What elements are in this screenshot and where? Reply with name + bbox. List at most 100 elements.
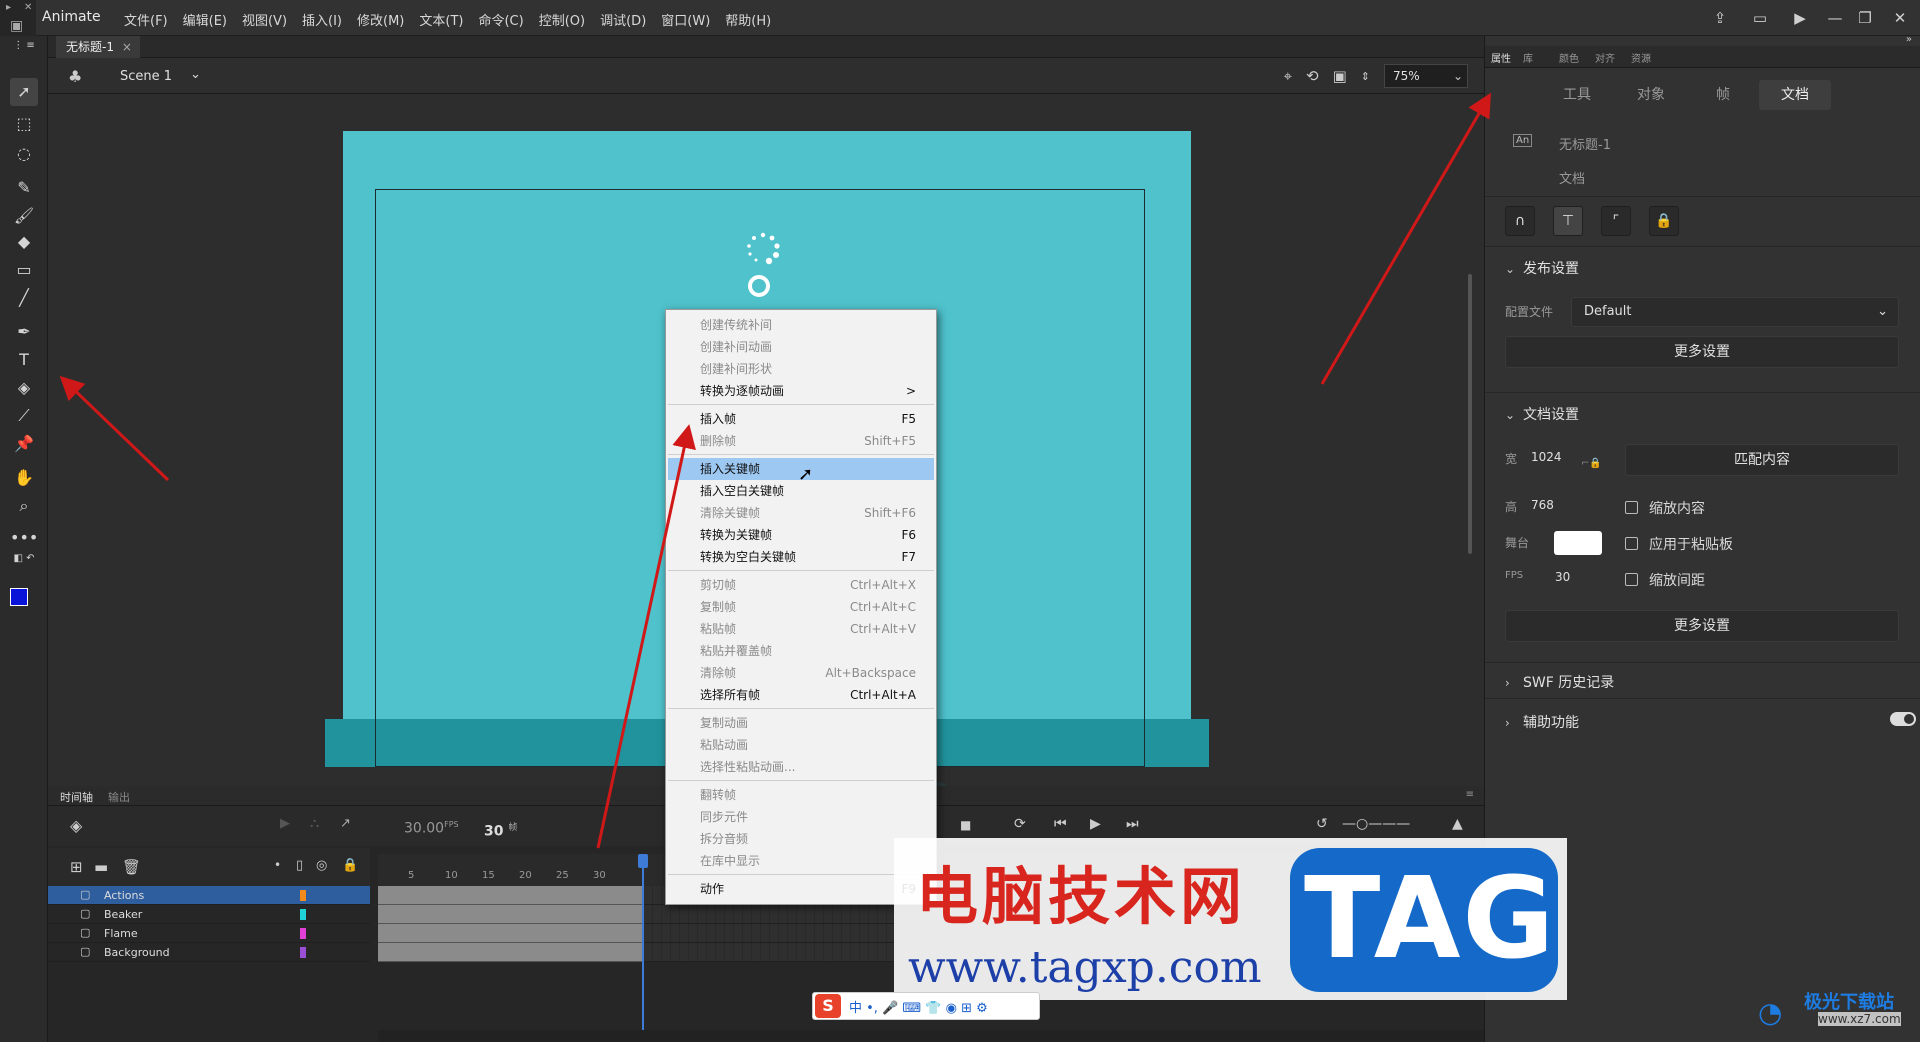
scene-icon[interactable]: ♣ [68,67,82,86]
context-menu-item[interactable]: 复制动画 [668,712,934,734]
hierarchy-icon[interactable]: ⊤ [1553,206,1583,236]
menu-item-10[interactable]: 帮助(H) [725,10,771,29]
graph-icon[interactable]: ↗ [340,816,351,831]
vertical-scrollbar[interactable] [1468,274,1472,554]
layer-name[interactable]: Actions [104,889,144,902]
accessibility-header[interactable]: › 辅助功能 [1505,712,1579,732]
pen-tool-icon[interactable]: ✒ [10,318,38,346]
scale-spacing-checkbox[interactable] [1625,573,1638,586]
stage-color-swatch[interactable] [1554,531,1602,555]
profile-select[interactable]: Default ⌄ [1571,297,1899,327]
timeline-zoom-slider[interactable]: —○——— [1342,816,1410,832]
loop-icon[interactable]: ⟳ [1014,816,1026,832]
layer-row[interactable]: ▢ Background [48,943,370,962]
ime-icons[interactable]: 中 •, 🎤 ⌨ 👕 ◉ ⊞ ⚙ [849,997,988,1016]
document-settings-header[interactable]: ⌄ 文档设置 [1505,404,1579,424]
frame-span[interactable] [378,943,643,962]
workspace-icon[interactable]: ▣ [10,18,23,34]
menu-item-2[interactable]: 视图(V) [242,10,287,29]
frame-span[interactable] [378,886,643,905]
layer-color-swatch[interactable] [300,890,306,901]
paint-brush-tool-icon[interactable]: 🖌 [10,202,38,230]
frame-span[interactable] [378,924,643,943]
new-layer-icon[interactable]: ⊞ [70,858,83,876]
context-menu-item[interactable]: 创建补间动画 [668,336,934,358]
workspace-layout-icon[interactable]: ▭ [1740,9,1780,27]
close-icon[interactable]: ✕ [24,2,32,13]
next-frame-icon[interactable]: ⏭ [1126,816,1139,832]
zoom-stepper-icon[interactable]: ⇕ [1361,70,1370,83]
text-tool-icon[interactable]: T [10,346,38,374]
more-settings-button[interactable]: 更多设置 [1505,336,1899,368]
panel-collapse-icon[interactable]: ⋮ ≡ [10,40,38,52]
pin-tool-icon[interactable]: 📌 [10,430,38,458]
context-menu-item[interactable]: 转换为关键帧 F6 [668,524,934,546]
apply-pasteboard-checkbox[interactable] [1625,537,1638,550]
zoom-select[interactable]: 75% ⌄ [1384,64,1468,88]
center-stage-icon[interactable]: ⌖ [1284,67,1292,85]
menu-item-7[interactable]: 控制(O) [539,10,585,29]
selection-tool-icon[interactable]: ➚ [10,78,38,106]
publish-settings-header[interactable]: ⌄ 发布设置 [1505,258,1579,278]
context-menu-item[interactable]: 转换为空白关键帧 F7 [668,546,934,568]
playhead-handle[interactable] [638,854,648,868]
menu-item-1[interactable]: 编辑(E) [183,10,227,29]
undo-icon[interactable]: ↺ [1316,816,1328,832]
chevron-down-icon[interactable]: ⌄ [190,67,201,82]
delete-layer-icon[interactable]: 🗑 [122,858,141,876]
close-tab-icon[interactable]: × [122,36,132,58]
context-menu-item[interactable]: 转换为逐帧动画 > [668,380,934,402]
width-field[interactable]: 1024 [1531,450,1562,464]
free-transform-tool-icon[interactable]: ⬚ [10,110,38,138]
play-icon[interactable]: ▶ [1090,816,1101,832]
eraser-tool-icon[interactable]: ◆ [10,228,38,256]
context-menu-item[interactable]: 同步元件 [668,806,934,828]
snap-icon[interactable]: ∩ [1505,206,1535,236]
panel-menu-icon[interactable]: ≡ [1466,789,1474,800]
context-menu-item[interactable]: 翻转帧 [668,784,934,806]
frame-span[interactable] [378,905,643,924]
menu-item-0[interactable]: 文件(F) [124,10,168,29]
collapse-panel-icon[interactable]: » [1906,34,1912,45]
context-menu-item[interactable]: 创建传统补间 [668,314,934,336]
prev-frame-icon[interactable]: ⏮ [1054,816,1067,832]
context-menu-item[interactable]: 复制帧 Ctrl+Alt+C [668,596,934,618]
ruler-icon[interactable]: ⌜ [1601,206,1631,236]
context-menu-item[interactable]: 清除帧 Alt+Backspace [668,662,934,684]
context-menu-item[interactable]: 剪切帧 Ctrl+Alt+X [668,574,934,596]
restore-icon[interactable]: ❐ [1850,9,1880,27]
rotate-stage-icon[interactable]: ⟲ [1306,67,1319,85]
swf-history-header[interactable]: › SWF 历史记录 [1505,672,1614,692]
playhead[interactable] [642,854,644,1030]
panel-tab-2[interactable]: 颜色 [1559,50,1579,65]
panel-tab-4[interactable]: 资源 [1631,50,1651,65]
minimize-icon[interactable]: — [1820,9,1850,27]
layer-name[interactable]: Beaker [104,908,142,921]
link-dimensions-icon[interactable]: ⌐🔒 [1581,458,1602,469]
layer-name[interactable]: Flame [104,927,138,940]
panel-tab-3[interactable]: 对齐 [1595,50,1615,65]
ime-toolbar[interactable]: S 中 •, 🎤 ⌨ 👕 ◉ ⊞ ⚙ [812,992,1040,1020]
menu-item-5[interactable]: 文本(T) [419,10,463,29]
context-menu-item[interactable]: 清除关键帧 Shift+F6 [668,502,934,524]
highlight-dot-icon[interactable]: • [274,858,281,872]
segment-2[interactable]: 帧 [1687,80,1759,110]
hand-tool-icon[interactable]: ✋ [10,464,38,492]
new-folder-icon[interactable]: ▬ [94,858,108,876]
clip-content-icon[interactable]: ▣ [1333,67,1347,85]
menu-item-9[interactable]: 窗口(W) [661,10,710,29]
context-menu-item[interactable]: 粘贴帧 Ctrl+Alt+V [668,618,934,640]
fill-color-swatch[interactable] [10,588,28,606]
rectangle-tool-icon[interactable]: ▭ [10,256,38,284]
layers-icon[interactable]: ◈ [70,816,82,835]
accessibility-toggle[interactable] [1890,712,1916,726]
menu-item-8[interactable]: 调试(D) [600,10,646,29]
eyedropper-tool-icon[interactable]: ⟋ [10,402,38,430]
layer-parent-icon[interactable]: ⛬ [310,816,319,831]
lasso-tool-icon[interactable]: ◌ [10,140,38,168]
panel-tab-1[interactable]: 库 [1523,50,1533,65]
context-menu-item[interactable]: 选择所有帧 Ctrl+Alt+A [668,684,934,706]
height-field[interactable]: 768 [1531,498,1554,512]
layer-color-swatch[interactable] [300,909,306,920]
context-menu-item[interactable]: 插入帧 F5 [668,408,934,430]
